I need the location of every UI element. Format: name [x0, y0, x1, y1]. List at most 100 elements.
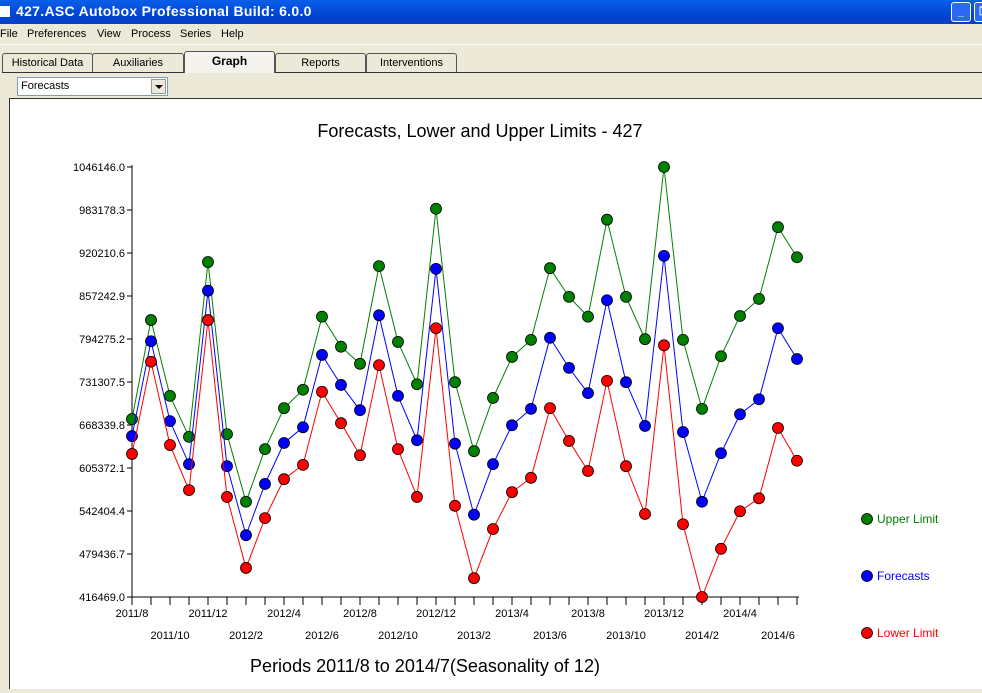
x-tick-label: 2014/2 — [685, 630, 719, 642]
lower-limit-point — [582, 465, 594, 477]
x-tick-label: 2012/8 — [343, 608, 377, 620]
legend-marker-upper-limit — [861, 513, 873, 525]
forecasts-point — [278, 437, 290, 449]
lower-limit-point — [316, 385, 328, 398]
lower-limit-point — [221, 491, 233, 503]
y-tick-label: 479436.7 — [79, 549, 125, 561]
x-tick-label: 2014/6 — [761, 630, 795, 642]
forecasts-point — [259, 478, 271, 490]
y-tick-label: 416469.0 — [79, 592, 125, 604]
upper-limit-point — [506, 351, 518, 363]
upper-limit-point — [658, 161, 670, 173]
forecasts-point — [753, 393, 765, 406]
upper-limit-point — [715, 350, 727, 363]
x-tick-label: 2013/6 — [533, 630, 567, 642]
lower-limit-point — [468, 572, 480, 585]
upper-limit-point — [202, 256, 214, 268]
lower-limit-point — [373, 359, 385, 372]
forecasts-point — [601, 294, 613, 307]
y-tick-label: 542404.4 — [79, 506, 125, 518]
forecasts-point — [468, 508, 480, 521]
lower-limit-point — [145, 355, 157, 368]
x-tick-label: 2013/12 — [644, 608, 684, 620]
upper-limit-point — [259, 443, 271, 456]
y-tick-label: 1046146.0 — [73, 162, 125, 174]
upper-limit-point — [354, 357, 366, 370]
upper-limit-point — [601, 213, 613, 226]
x-tick-label: 2012/2 — [229, 630, 263, 642]
lower-limit-point — [544, 402, 556, 415]
upper-limit-point — [582, 310, 594, 323]
chart-title: Forecasts, Lower and Upper Limits - 427 — [317, 121, 642, 141]
upper-limit-point — [734, 310, 746, 322]
tab-graph[interactable]: Graph — [184, 51, 275, 73]
upper-limit-point — [468, 445, 480, 458]
forecasts-point — [544, 331, 556, 344]
lower-limit-point — [278, 473, 290, 486]
forecasts-point — [734, 408, 746, 421]
forecasts-point — [639, 420, 651, 432]
y-tick-label: 668339.8 — [79, 420, 125, 432]
upper-limit-point — [791, 251, 803, 264]
lower-limit-point — [525, 471, 537, 484]
legend-label-forecasts: Forecasts — [877, 569, 930, 583]
lower-limit-point — [183, 484, 195, 497]
lower-limit-point — [677, 518, 689, 531]
lower-limit-point — [297, 458, 309, 471]
lower-limit-point — [411, 491, 423, 503]
upper-limit-point — [677, 333, 689, 346]
lower-limit-point — [335, 417, 347, 430]
upper-limit-point — [696, 402, 708, 415]
lower-limit-point — [506, 486, 518, 499]
forecasts-point — [164, 415, 176, 428]
upper-limit-point — [620, 290, 632, 303]
lower-limit-point — [563, 435, 575, 447]
lower-limit-point — [639, 508, 651, 520]
upper-limit-point — [240, 495, 252, 508]
upper-limit-point — [145, 314, 157, 326]
legend-marker-forecasts — [861, 570, 873, 582]
lower-limit-point — [354, 449, 366, 462]
upper-limit-point — [525, 333, 537, 346]
y-tick-label: 983178.3 — [79, 205, 125, 217]
upper-limit-point — [278, 402, 290, 415]
x-tick-label: 2013/10 — [606, 630, 646, 642]
upper-limit-point — [639, 333, 651, 346]
upper-limit-point — [544, 262, 556, 275]
x-tick-label: 2011/8 — [116, 608, 149, 620]
x-tick-label: 2011/10 — [151, 630, 190, 642]
lower-limit-point — [791, 454, 803, 467]
lower-limit-point — [126, 448, 138, 460]
forecasts-point — [145, 335, 157, 348]
forecasts-point — [658, 249, 670, 262]
forecasts-point — [487, 458, 499, 471]
x-tick-label: 2012/10 — [378, 630, 418, 642]
forecasts-point — [240, 529, 252, 542]
forecasts-point — [354, 404, 366, 417]
x-axis-title: Periods 2011/8 to 2014/7(Seasonality of … — [250, 656, 600, 676]
lower-limit-point — [620, 460, 632, 473]
lower-limit-point — [658, 339, 670, 352]
upper-limit-point — [316, 310, 328, 323]
upper-limit-point — [164, 389, 176, 402]
upper-limit-point — [335, 340, 347, 353]
legend-label-lower-limit: Lower Limit — [877, 626, 939, 640]
forecasts-point — [696, 495, 708, 508]
upper-limit-point — [772, 221, 784, 234]
forecasts-point — [563, 361, 575, 374]
forecasts-point — [506, 419, 518, 432]
forecast-chart: Forecasts, Lower and Upper Limits - 427 … — [73, 121, 939, 676]
forecasts-point — [715, 447, 727, 460]
upper-limit-point — [392, 336, 404, 348]
x-tick-label: 2012/6 — [305, 630, 339, 642]
y-tick-label: 794275.2 — [79, 334, 125, 346]
lower-limit-point — [772, 422, 784, 434]
x-tick-label: 2012/4 — [267, 608, 301, 620]
lower-limit-point — [601, 374, 613, 387]
forecasts-point — [392, 389, 404, 402]
legend-label-upper-limit: Upper Limit — [877, 512, 939, 526]
y-tick-label: 605372.1 — [79, 463, 125, 475]
forecasts-point — [677, 426, 689, 438]
upper-limit-point — [449, 376, 461, 389]
forecasts-point — [335, 379, 347, 391]
